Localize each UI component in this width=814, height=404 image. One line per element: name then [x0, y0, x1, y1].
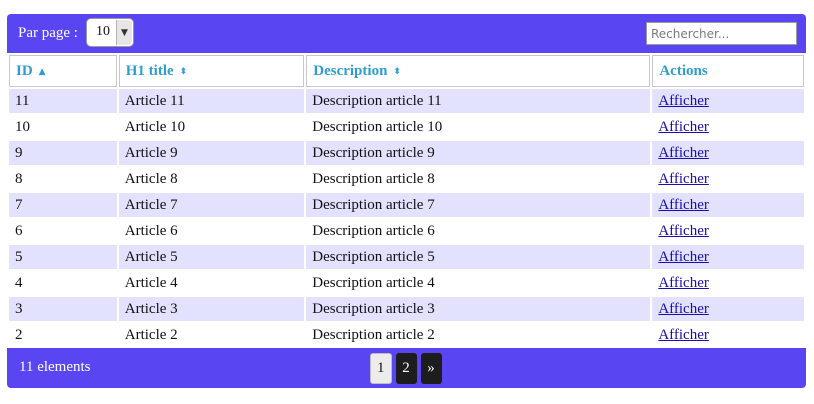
per-page-label: Par page : [18, 25, 78, 41]
cell-id: 3 [9, 297, 117, 321]
table-row: 2 Article 2 Description article 2 Afficher [9, 323, 804, 347]
cell-title: Article 9 [118, 141, 305, 165]
cell-title: Article 2 [118, 323, 305, 347]
cell-title: Article 10 [118, 115, 305, 139]
table-row: 6 Article 6 Description article 6 Afficher [9, 219, 804, 243]
cell-actions: Afficher [652, 271, 804, 295]
cell-id: 2 [9, 323, 117, 347]
cell-description: Description article 5 [306, 245, 651, 269]
cell-description: Description article 4 [306, 271, 651, 295]
element-count: 11 elements [19, 359, 91, 375]
search-input[interactable] [646, 22, 797, 45]
cell-id: 4 [9, 271, 117, 295]
cell-description: Description article 10 [306, 115, 651, 139]
view-link[interactable]: Afficher [658, 93, 709, 109]
column-header-description[interactable]: Description ⬍ [306, 55, 651, 87]
cell-description: Description article 9 [306, 141, 651, 165]
per-page-value: 10 [96, 24, 110, 39]
column-header-title[interactable]: H1 title ⬍ [118, 55, 305, 87]
column-header-id[interactable]: ID ▲ [9, 55, 117, 87]
data-table-widget: Par page : 10 ▼ ID▲ H1 title⬍ Descriptio… [7, 14, 806, 388]
view-link[interactable]: Afficher [658, 301, 709, 317]
page-button-2[interactable]: 2 [395, 353, 417, 384]
cell-id: 7 [9, 193, 117, 217]
sort-icon: ⬍ [393, 66, 401, 77]
table-body: 11 Article 11 Description article 11 Affich… [9, 89, 804, 347]
table-header-row: ID ▲ H1 title ⬍ Description ⬍ Actions [9, 55, 804, 87]
view-link[interactable]: Afficher [658, 119, 709, 135]
cell-actions: Afficher [652, 219, 804, 243]
pagination: 1 2 » [370, 353, 442, 384]
cell-title: Article 3 [118, 297, 305, 321]
cell-title: Article 5 [118, 245, 305, 269]
view-link[interactable]: Afficher [658, 197, 709, 213]
articles-table: ID ▲ H1 title ⬍ Description ⬍ Actions 11 Art… [7, 53, 806, 349]
cell-actions: Afficher [652, 245, 804, 269]
sort-icon: ⬍ [179, 66, 188, 77]
cell-description: Description article 8 [306, 167, 651, 191]
cell-actions: Afficher [652, 89, 804, 113]
table-footer: 11 elements 1 2 » [7, 348, 806, 388]
table-row: 4 Article 4 Description article 4 Afficher [9, 271, 804, 295]
sort-asc-icon: ▲ [38, 66, 46, 77]
cell-description: Description article 3 [306, 297, 651, 321]
cell-id: 11 [9, 89, 117, 113]
table-row: 9 Article 9 Description article 9 Afficher [9, 141, 804, 165]
cell-actions: Afficher [652, 115, 804, 139]
cell-title: Article 7 [118, 193, 305, 217]
table-row: 10 Article 10 Description article 10 Affich… [9, 115, 804, 139]
view-link[interactable]: Afficher [658, 327, 709, 343]
view-link[interactable]: Afficher [658, 223, 709, 239]
cell-actions: Afficher [652, 323, 804, 347]
view-link[interactable]: Afficher [658, 145, 709, 161]
table-toolbar: Par page : 10 ▼ [7, 14, 806, 53]
column-header-actions: Actions [652, 55, 804, 87]
chevron-down-icon: ▼ [116, 20, 132, 45]
cell-actions: Afficher [652, 167, 804, 191]
cell-actions: Afficher [652, 297, 804, 321]
cell-id: 6 [9, 219, 117, 243]
cell-id: 8 [9, 167, 117, 191]
cell-description: Description article 2 [306, 323, 651, 347]
next-page-button[interactable]: » [420, 353, 442, 384]
per-page-select[interactable]: 10 ▼ [86, 18, 134, 47]
cell-actions: Afficher [652, 141, 804, 165]
table-row: 8 Article 8 Description article 8 Afficher [9, 167, 804, 191]
page-button-1[interactable]: 1 [370, 353, 392, 384]
cell-title: Article 8 [118, 167, 305, 191]
view-link[interactable]: Afficher [658, 275, 709, 291]
cell-description: Description article 6 [306, 219, 651, 243]
cell-description: Description article 7 [306, 193, 651, 217]
table-row: 3 Article 3 Description article 3 Afficher [9, 297, 804, 321]
cell-id: 10 [9, 115, 117, 139]
view-link[interactable]: Afficher [658, 249, 709, 265]
table-row: 7 Article 7 Description article 7 Afficher [9, 193, 804, 217]
cell-title: Article 11 [118, 89, 305, 113]
cell-title: Article 4 [118, 271, 305, 295]
cell-id: 9 [9, 141, 117, 165]
cell-title: Article 6 [118, 219, 305, 243]
table-row: 5 Article 5 Description article 5 Afficher [9, 245, 804, 269]
cell-description: Description article 11 [306, 89, 651, 113]
table-row: 11 Article 11 Description article 11 Affich… [9, 89, 804, 113]
cell-actions: Afficher [652, 193, 804, 217]
cell-id: 5 [9, 245, 117, 269]
view-link[interactable]: Afficher [658, 171, 709, 187]
